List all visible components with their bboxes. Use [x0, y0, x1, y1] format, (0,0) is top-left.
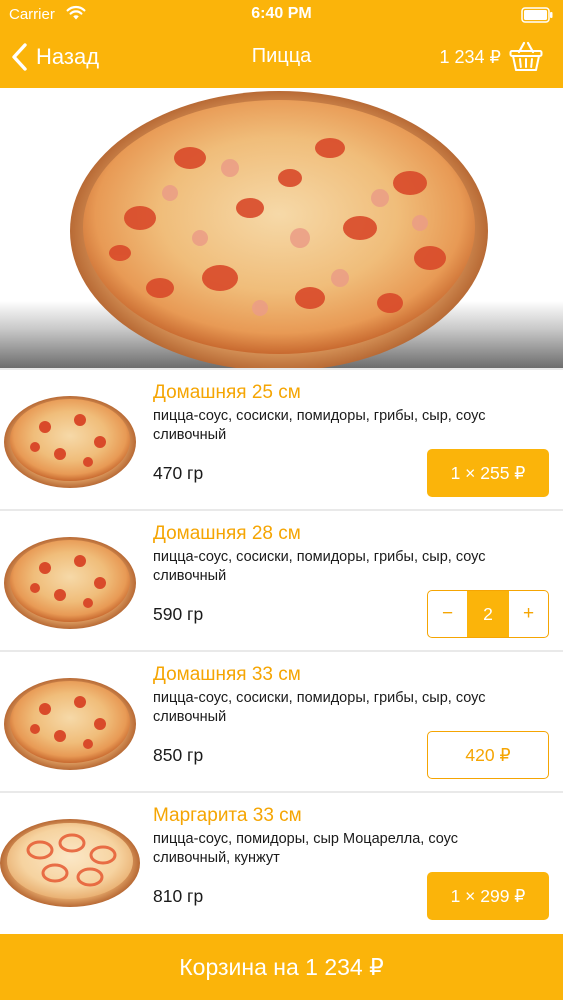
pizza-thumbnail [4, 396, 136, 488]
decrease-button[interactable]: − [428, 591, 467, 637]
cart-total: 1 234 ₽ [439, 47, 502, 67]
increase-button[interactable]: + [509, 591, 548, 637]
pizza-thumbnail [4, 537, 136, 629]
quantity-value: 2 [467, 591, 509, 637]
status-bar: Carrier 6:40 PM [0, 0, 563, 30]
hero-banner [0, 88, 563, 368]
pizza-thumbnail [0, 819, 140, 907]
product-name: Маргарита 33 см [153, 805, 302, 826]
header: Carrier 6:40 PM Назад Пицца 1 234 ₽ [0, 0, 563, 88]
product-weight: 850 гр [153, 745, 204, 765]
product-name: Домашняя 25 см [153, 382, 301, 403]
product-item[interactable]: Домашняя 25 см пицца-соус, сосиски, поми… [0, 368, 563, 509]
status-time: 6:40 PM [251, 5, 312, 22]
product-item[interactable]: Маргарита 33 см пицца-соус, помидоры, сы… [0, 791, 563, 932]
hero-pizza-image [70, 91, 488, 368]
product-description: пицца-соус, сосиски, помидоры, грибы, сы… [153, 690, 486, 725]
product-weight: 590 гр [153, 604, 204, 624]
product-weight: 470 гр [153, 463, 204, 483]
pizza-thumbnail [4, 678, 136, 770]
back-button[interactable]: Назад [10, 40, 99, 74]
battery-icon [521, 7, 553, 23]
product-description: пицца-соус, сосиски, помидоры, грибы, сы… [153, 549, 486, 584]
product-description: пицца-соус, сосиски, помидоры, грибы, сы… [153, 408, 486, 443]
quantity-stepper: − 2 + [427, 590, 549, 638]
product-name: Домашняя 33 см [153, 664, 301, 685]
product-name: Домашняя 28 см [153, 523, 301, 544]
product-weight: 810 гр [153, 886, 204, 906]
product-item[interactable]: Домашняя 28 см пицца-соус, сосиски, поми… [0, 509, 563, 650]
cart-checkout-button[interactable]: Корзина на 1 234 ₽ [0, 934, 563, 1000]
product-item[interactable]: Домашняя 33 см пицца-соус, сосиски, поми… [0, 650, 563, 791]
back-chevron-icon [12, 43, 27, 71]
add-to-cart-button[interactable]: 1 × 299 ₽ [427, 872, 549, 920]
add-to-cart-button[interactable]: 1 × 255 ₽ [427, 449, 549, 497]
product-list: Домашняя 25 см пицца-соус, сосиски, поми… [0, 368, 563, 932]
add-to-cart-button[interactable]: 420 ₽ [427, 731, 549, 779]
back-label: Назад [36, 44, 100, 69]
basket-icon[interactable] [509, 40, 543, 72]
product-description: пицца-соус, помидоры, сыр Моцарелла, соу… [153, 831, 458, 866]
